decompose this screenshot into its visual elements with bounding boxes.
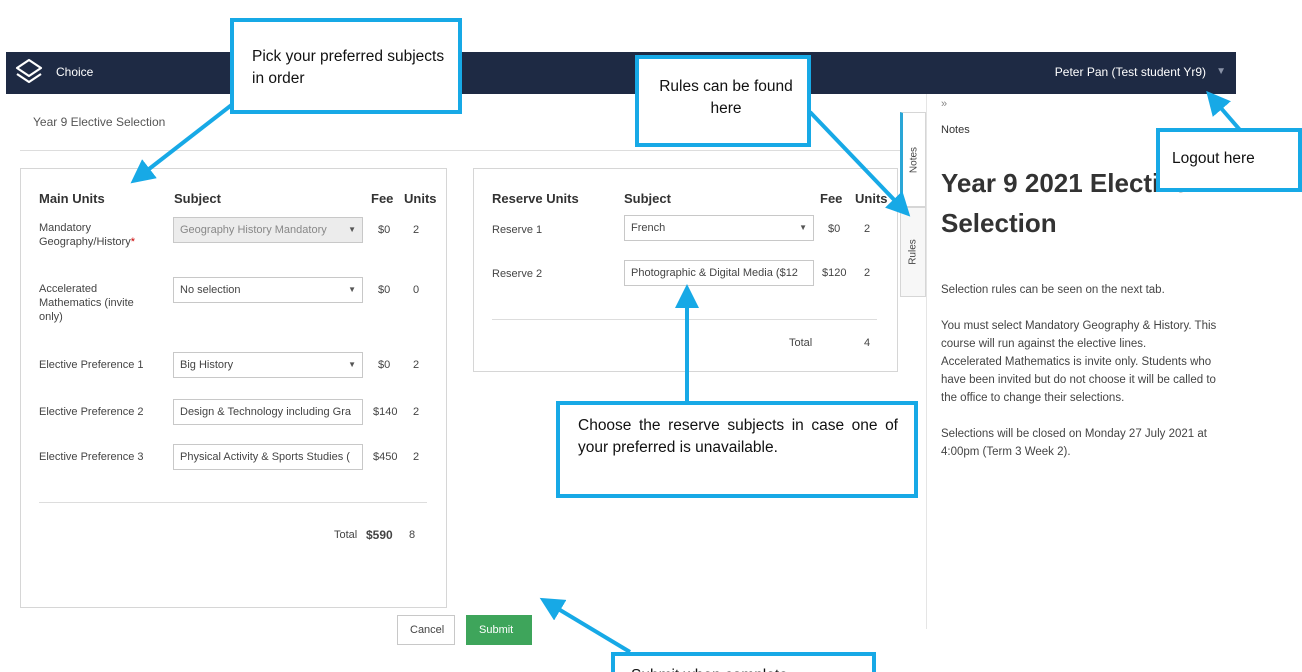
callout-rules: Rules can be found here <box>635 55 811 147</box>
callout-pick-subjects: Pick your preferred subjects in order <box>230 18 462 114</box>
callout-reserve-subjects: Choose the reserve subjects in case one … <box>556 401 918 498</box>
arrow-logout <box>1206 90 1242 132</box>
arrow-rules <box>808 110 911 217</box>
arrow-submit <box>539 597 632 654</box>
callout-logout: Logout here <box>1156 128 1302 192</box>
arrow-pick <box>130 98 240 184</box>
page: Choice Peter Pan (Test student Yr9) ▼ Ye… <box>0 0 1302 672</box>
callout-submit: Submit when complete <box>611 652 876 672</box>
